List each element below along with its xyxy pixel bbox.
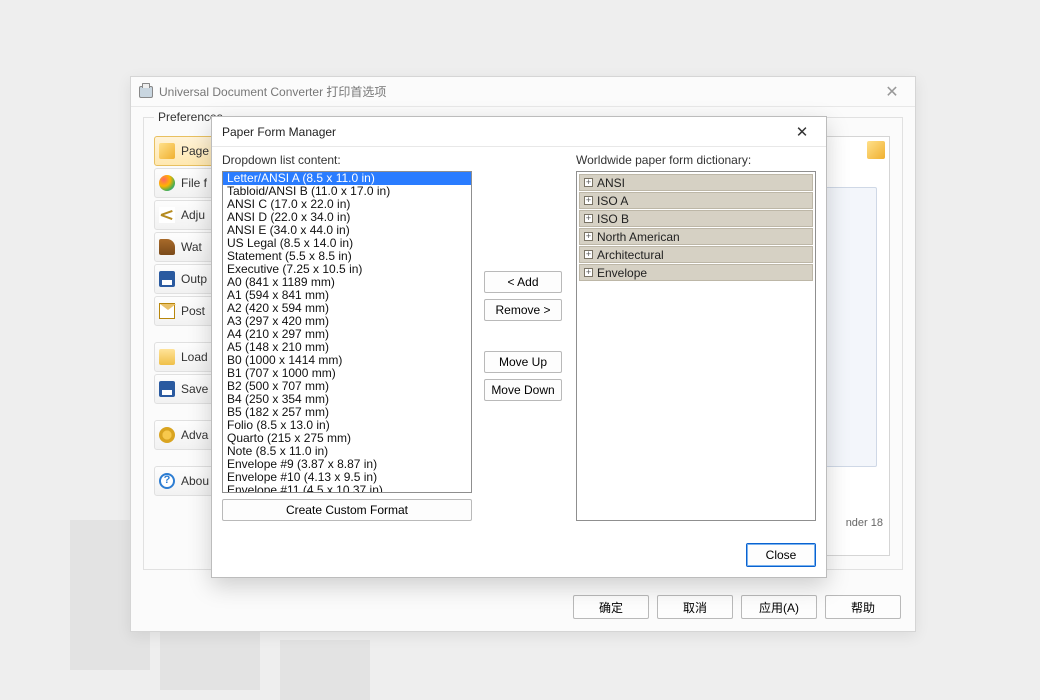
background-decoration	[280, 640, 370, 700]
ic-help-icon	[159, 473, 175, 489]
expand-icon[interactable]: +	[584, 232, 593, 241]
sidebar-item-label: Abou	[181, 474, 209, 488]
tree-node[interactable]: + North American	[579, 228, 813, 245]
tree-node-label: Architectural	[597, 248, 664, 262]
expand-icon[interactable]: +	[584, 214, 593, 223]
preview-ribbon-icon	[867, 141, 885, 159]
tree-node[interactable]: + Envelope	[579, 264, 813, 281]
ic-gear-icon	[159, 427, 175, 443]
sidebar-item-label: File f	[181, 176, 207, 190]
add-button[interactable]: < Add	[484, 271, 562, 293]
ic-folder-icon	[159, 349, 175, 365]
sidebar-item-label: Page	[181, 144, 209, 158]
ic-disk-icon	[159, 381, 175, 397]
paper-form-manager-dialog: Paper Form Manager ✕ Dropdown list conte…	[211, 116, 827, 578]
printer-icon	[139, 86, 153, 98]
expand-icon[interactable]: +	[584, 178, 593, 187]
apply-button[interactable]: 应用(A)	[741, 595, 817, 619]
tree-node-label: ANSI	[597, 176, 625, 190]
expand-icon[interactable]: +	[584, 250, 593, 259]
tree-node-label: ISO A	[597, 194, 628, 208]
tree-node[interactable]: + ISO B	[579, 210, 813, 227]
modal-close-button[interactable]: ✕	[788, 123, 816, 141]
cancel-button[interactable]: 取消	[657, 595, 733, 619]
sidebar-item-label: Outp	[181, 272, 207, 286]
sidebar-item-label: Post	[181, 304, 205, 318]
ic-palette-icon	[159, 175, 175, 191]
sidebar-item-label: Adju	[181, 208, 205, 222]
tree-node[interactable]: + ANSI	[579, 174, 813, 191]
modal-title: Paper Form Manager	[222, 125, 336, 139]
close-button[interactable]: Close	[746, 543, 816, 567]
sidebar-item-label: Load	[181, 350, 208, 364]
create-custom-format-button[interactable]: Create Custom Format	[222, 499, 472, 521]
sidebar-item-label: Adva	[181, 428, 208, 442]
ic-scissors-icon	[159, 207, 175, 223]
preferences-titlebar[interactable]: Universal Document Converter 打印首选项 ✕	[131, 77, 915, 107]
expand-icon[interactable]: +	[584, 196, 593, 205]
ok-button[interactable]: 确定	[573, 595, 649, 619]
preferences-title: Universal Document Converter 打印首选项	[159, 83, 386, 100]
preview-note: nder 18	[846, 517, 883, 529]
preferences-close-button[interactable]: ✕	[877, 82, 907, 102]
move-up-button[interactable]: Move Up	[484, 351, 562, 373]
dropdown-list-label: Dropdown list content:	[222, 153, 341, 167]
sidebar-item-label: Wat	[181, 240, 202, 254]
dropdown-list-box[interactable]: Letter/ANSI A (8.5 x 11.0 in)Tabloid/ANS…	[222, 171, 472, 493]
ic-ruler-icon	[159, 143, 175, 159]
ic-mail-icon	[159, 303, 175, 319]
transfer-buttons: < Add Remove > Move Up Move Down	[484, 271, 562, 401]
dialog-button-row: 确定 取消 应用(A) 帮助	[573, 595, 901, 619]
modal-titlebar[interactable]: Paper Form Manager ✕	[212, 117, 826, 147]
dictionary-tree[interactable]: + ANSI + ISO A + ISO B + North American + Archite…	[576, 171, 816, 521]
tree-node[interactable]: + Architectural	[579, 246, 813, 263]
expand-icon[interactable]: +	[584, 268, 593, 277]
dictionary-label: Worldwide paper form dictionary:	[576, 153, 816, 167]
help-button[interactable]: 帮助	[825, 595, 901, 619]
list-option[interactable]: Envelope #11 (4.5 x 10.37 in)	[223, 484, 471, 493]
ic-brush-icon	[159, 239, 175, 255]
tree-node-label: Envelope	[597, 266, 647, 280]
sidebar-item-label: Save	[181, 382, 208, 396]
tree-node[interactable]: + ISO A	[579, 192, 813, 209]
remove-button[interactable]: Remove >	[484, 299, 562, 321]
tree-node-label: ISO B	[597, 212, 629, 226]
tree-node-label: North American	[597, 230, 680, 244]
move-down-button[interactable]: Move Down	[484, 379, 562, 401]
ic-disk-icon	[159, 271, 175, 287]
